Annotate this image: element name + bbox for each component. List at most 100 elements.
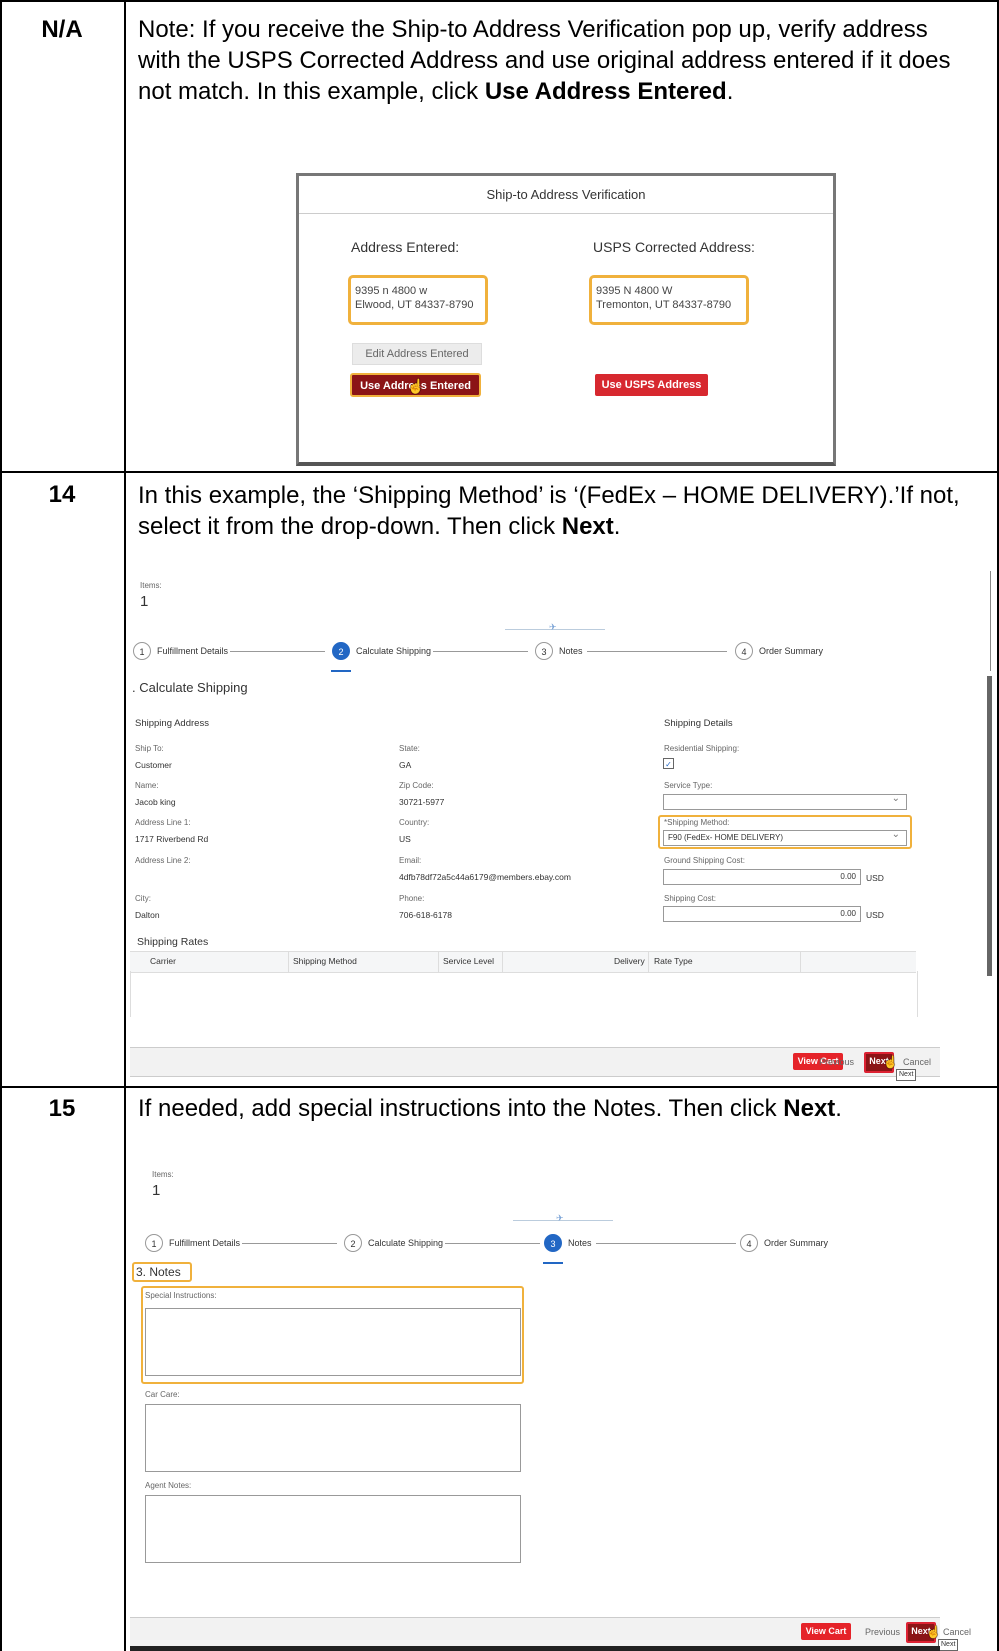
cancel-button[interactable]: Cancel (943, 1627, 971, 1637)
items-count: 1 (152, 1182, 161, 1199)
special-instructions-textarea[interactable] (145, 1308, 521, 1376)
step-2-label[interactable]: Calculate Shipping (368, 1238, 443, 1248)
instruction-body: If needed, add special instructions into… (138, 1095, 784, 1122)
city-value: Dalton (135, 910, 160, 920)
email-value: 4dfb78df72a5c44a6179@members.ebay.com (399, 872, 571, 882)
shipping-details-title: Shipping Details (664, 718, 733, 729)
step-4-label[interactable]: Order Summary (764, 1238, 828, 1248)
step-3-label[interactable]: Notes (568, 1238, 592, 1248)
column-separator (648, 952, 649, 972)
shipping-rates-body (130, 971, 918, 1017)
column-header-delivery[interactable]: Delivery (614, 956, 645, 966)
instruction-period: . (835, 1095, 842, 1122)
shipping-method-select[interactable]: F90 (FedEx- HOME DELIVERY) ⌄ (663, 829, 907, 846)
ground-shipping-cost-input[interactable]: 0.00 (663, 869, 861, 885)
step-2-label[interactable]: Calculate Shipping (356, 646, 431, 656)
step-4-circle[interactable]: 4 (735, 642, 753, 660)
items-label: Items: (152, 1170, 174, 1179)
pin-icon[interactable]: ✈ (556, 1213, 564, 1224)
column-header-service-level[interactable]: Service Level (443, 956, 494, 966)
pin-icon[interactable]: ✈ (549, 622, 557, 633)
step-4-circle[interactable]: 4 (740, 1234, 758, 1252)
column-header-carrier[interactable]: Carrier (150, 956, 176, 966)
content-scrollbar[interactable] (987, 676, 992, 976)
ground-cost-currency: USD (866, 873, 884, 883)
table-column-divider (124, 0, 126, 1651)
stepper-connector (242, 1243, 337, 1244)
residential-checkbox[interactable]: ✓ (663, 758, 674, 769)
car-care-label: Car Care: (145, 1390, 180, 1399)
step-number: N/A (41, 16, 83, 43)
instruction-period: . (726, 78, 734, 105)
column-header-shipping-method[interactable]: Shipping Method (293, 956, 357, 966)
step-1-circle[interactable]: 1 (133, 642, 151, 660)
view-cart-button[interactable]: View Cart (801, 1623, 851, 1640)
residential-shipping-label: Residential Shipping: (664, 744, 740, 753)
step-3-circle[interactable]: 3 (535, 642, 553, 660)
edit-address-entered-button[interactable]: Edit Address Entered (352, 343, 482, 365)
stepper-connector (433, 651, 528, 652)
step-number: 15 (48, 1095, 76, 1122)
chevron-down-icon: ⌄ (891, 793, 900, 804)
step-3-circle[interactable]: 3 (544, 1234, 562, 1252)
column-separator (502, 952, 503, 972)
popup-title: Ship-to Address Verification (299, 176, 833, 214)
agent-notes-label: Agent Notes: (145, 1481, 192, 1490)
column-header-rate-type[interactable]: Rate Type (654, 956, 693, 966)
row-divider (0, 1086, 999, 1088)
car-care-textarea[interactable] (145, 1404, 521, 1472)
step-1-label[interactable]: Fulfillment Details (169, 1238, 240, 1248)
page-scrollbar[interactable] (990, 571, 991, 671)
service-type-label: Service Type: (664, 781, 713, 790)
step-1-label[interactable]: Fulfillment Details (157, 646, 228, 656)
phone-value: 706-618-6178 (399, 910, 452, 920)
table-border-left (0, 0, 2, 1651)
zip-code-label: Zip Code: (399, 781, 434, 790)
zip-code-value: 30721-5977 (399, 797, 445, 807)
stepper-connector (596, 1243, 736, 1244)
instruction-text: In this example, the ‘Shipping Method’ i… (138, 480, 968, 542)
instruction-table: N/A Note: If you receive the Ship-to Add… (0, 0, 999, 1651)
instruction-text: Note: If you receive the Ship-to Address… (138, 14, 968, 107)
address-line-2-label: Address Line 2: (135, 856, 191, 865)
address-entered-box: 9395 n 4800 w Elwood, UT 84337-8790 (348, 275, 488, 325)
address-verification-popup: Ship-to Address Verification Address Ent… (296, 173, 836, 466)
taskbar-strip (130, 1646, 940, 1651)
agent-notes-textarea[interactable] (145, 1495, 521, 1563)
step-3-label[interactable]: Notes (559, 646, 583, 656)
hand-cursor-icon: ☝ (883, 1055, 898, 1069)
service-type-select[interactable]: ⌄ (663, 793, 907, 810)
country-label: Country: (399, 818, 430, 827)
calculate-shipping-screen: Items: 1 ✈ 1 Fulfillment Details 2 Calcu… (130, 571, 995, 1081)
shipping-method-label: *Shipping Method: (664, 818, 730, 827)
step-4-label[interactable]: Order Summary (759, 646, 823, 656)
section-title: . Calculate Shipping (132, 680, 248, 695)
shipping-rates-header: Carrier Shipping Method Service Level De… (130, 951, 916, 973)
shipping-address-title: Shipping Address (135, 718, 209, 729)
instruction-emphasis: Next (561, 513, 614, 540)
next-tooltip: Next (938, 1639, 959, 1651)
column-separator (800, 952, 801, 972)
shipping-cost-input[interactable]: 0.00 (663, 906, 861, 922)
email-label: Email: (399, 856, 422, 865)
use-usps-address-button[interactable]: Use USPS Address (595, 374, 708, 396)
instruction-text: If needed, add special instructions into… (138, 1093, 968, 1124)
next-tooltip: Next (896, 1069, 917, 1081)
cancel-button[interactable]: Cancel (903, 1057, 931, 1067)
step-1-circle[interactable]: 1 (145, 1234, 163, 1252)
step-number: 14 (48, 481, 76, 508)
column-separator (288, 952, 289, 972)
hand-cursor-icon: ☝ (926, 1625, 941, 1639)
items-label: Items: (140, 581, 162, 590)
chevron-down-icon: ⌄ (891, 829, 900, 840)
address-line-1-label: Address Line 1: (135, 818, 191, 827)
active-step-indicator (543, 1262, 563, 1264)
previous-button[interactable]: Previous (819, 1057, 854, 1067)
name-label: Name: (135, 781, 159, 790)
previous-button[interactable]: Previous (865, 1627, 900, 1637)
step-2-circle[interactable]: 2 (344, 1234, 362, 1252)
ship-to-value: Customer (135, 760, 172, 770)
usps-address-label: USPS Corrected Address: (593, 239, 755, 255)
stepper-connector (445, 1243, 540, 1244)
step-2-circle[interactable]: 2 (332, 642, 350, 660)
